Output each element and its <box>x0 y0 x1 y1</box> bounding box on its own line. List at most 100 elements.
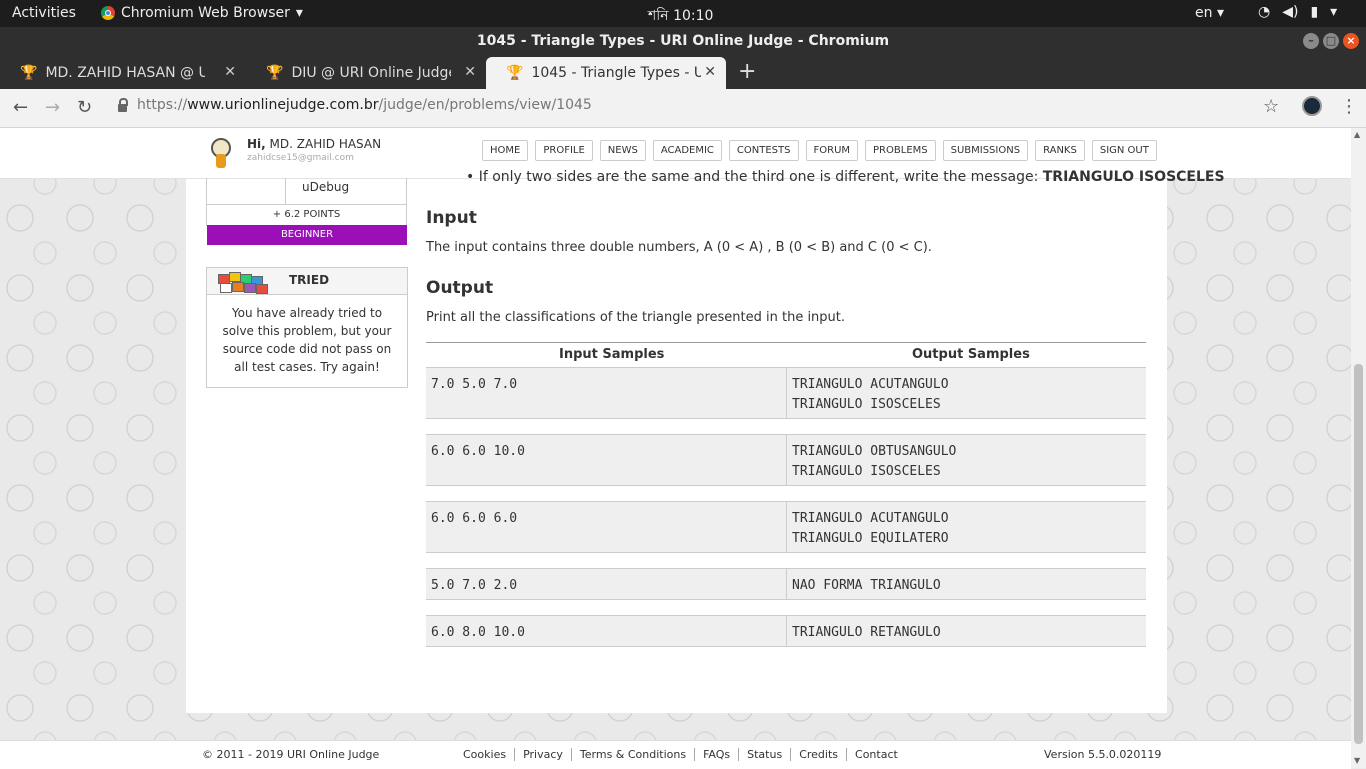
menu-problems[interactable]: PROBLEMS <box>865 140 936 161</box>
close-tab-icon[interactable]: ✕ <box>224 64 236 80</box>
points-label: + 6.2 POINTS <box>206 205 407 226</box>
close-tab-icon[interactable]: ✕ <box>704 64 716 80</box>
clock[interactable]: শনি 10:10 <box>648 4 713 28</box>
footer-link-privacy[interactable]: Privacy <box>514 748 571 761</box>
page-viewport: Hi, MD. ZAHID HASAN zahidcse15@gmail.com… <box>0 128 1351 768</box>
window-titlebar: 1045 - Triangle Types - URI Online Judge… <box>0 27 1366 55</box>
wifi-icon: ◔ <box>1258 4 1271 20</box>
sample-output: TRIANGULO ACUTANGULO TRIANGULO EQUILATER… <box>792 511 949 546</box>
scrollbar-thumb[interactable] <box>1354 364 1363 744</box>
volume-icon: ◀) <box>1282 4 1299 20</box>
chevron-down-icon: ▾ <box>295 5 303 21</box>
footer-link-terms[interactable]: Terms & Conditions <box>570 748 694 761</box>
lock-icon[interactable] <box>118 98 128 112</box>
sample-output: TRIANGULO OBTUSANGULO TRIANGULO ISOSCELE… <box>792 444 957 479</box>
menu-news[interactable]: NEWS <box>599 140 646 161</box>
menu-academic[interactable]: ACADEMIC <box>652 140 722 161</box>
menu-kebab-icon[interactable]: ⋮ <box>1340 96 1358 117</box>
input-heading: Input <box>426 208 477 228</box>
version-label: Version 5.5.0.020119 <box>1044 748 1162 761</box>
sample-row: 6.0 6.0 6.0 TRIANGULO ACUTANGULO TRIANGU… <box>426 501 1146 553</box>
maximize-button[interactable]: □ <box>1323 33 1339 49</box>
isosceles-rule-text: • If only two sides are the same and the… <box>466 169 1225 185</box>
tried-title: TRIED <box>289 273 330 287</box>
output-heading: Output <box>426 278 494 298</box>
copyright: © 2011 - 2019 URI Online Judge <box>202 748 380 761</box>
problem-info-box: uDebug + 6.2 POINTS BEGINNER <box>206 178 407 247</box>
battery-icon: ▮ <box>1310 4 1319 20</box>
forward-button[interactable]: → <box>45 97 60 118</box>
footer-link-cookies[interactable]: Cookies <box>463 748 514 761</box>
samples-table: Input Samples Output Samples 7.0 5.0 7.0… <box>426 342 1146 647</box>
browser-toolbar: ← → ↻ https://www.urionlinejudge.com.br/… <box>0 89 1366 128</box>
address-bar[interactable]: https://www.urionlinejudge.com.br/judge/… <box>118 97 592 113</box>
os-top-bar: Activities Chromium Web Browser ▾ শনি 10… <box>0 0 1366 27</box>
url-scheme: https:// <box>137 97 188 113</box>
menu-home[interactable]: HOME <box>482 140 529 161</box>
sample-output: TRIANGULO ACUTANGULO TRIANGULO ISOSCELES <box>792 377 949 412</box>
trophy-icon: 🏆 <box>506 65 524 81</box>
app-menu[interactable]: Chromium Web Browser ▾ <box>101 5 303 21</box>
activities-button[interactable]: Activities <box>12 5 76 21</box>
tab-profile[interactable]: 🏆 MD. ZAHID HASAN @ URI ✕ <box>0 57 246 89</box>
footer-link-credits[interactable]: Credits <box>790 748 846 761</box>
footer-link-faqs[interactable]: FAQs <box>694 748 738 761</box>
reload-button[interactable]: ↻ <box>77 97 92 118</box>
udebug-link[interactable]: uDebug <box>206 178 407 205</box>
menu-ranks[interactable]: RANKS <box>1035 140 1085 161</box>
profile-avatar[interactable] <box>1302 96 1322 116</box>
url-host: www.urionlinejudge.com.br <box>187 97 379 113</box>
sample-output: TRIANGULO RETANGULO <box>792 625 941 640</box>
tab-label: DIU @ URI Online Judge <box>291 65 452 81</box>
chevron-down-icon: ▾ <box>1330 4 1338 20</box>
greeting-hi: Hi, <box>247 137 266 151</box>
tab-problem-1045[interactable]: 🏆 1045 - Triangle Types - URI ✕ <box>486 57 726 89</box>
url-path: /judge/en/problems/view/1045 <box>378 97 592 113</box>
system-tray[interactable]: ◔ ◀) ▮ ▾ <box>1258 4 1337 20</box>
page-scrollbar[interactable]: ▲ ▼ <box>1351 128 1366 768</box>
tried-message: You have already tried to solve this pro… <box>222 306 392 374</box>
output-description: Print all the classifications of the tri… <box>426 310 846 325</box>
footer-links: Cookies Privacy Terms & Conditions FAQs … <box>463 748 906 761</box>
bookmark-star-icon[interactable]: ☆ <box>1263 96 1279 117</box>
trophy-icon: 🏆 <box>20 65 38 81</box>
footer-link-status[interactable]: Status <box>738 748 790 761</box>
trophy-icon: 🏆 <box>266 65 284 81</box>
language-indicator[interactable]: en ▾ <box>1195 5 1224 21</box>
sample-input: 7.0 5.0 7.0 <box>431 377 518 392</box>
tab-label: MD. ZAHID HASAN @ URI <box>45 65 206 81</box>
sample-output: NAO FORMA TRIANGULO <box>792 578 941 593</box>
close-window-button[interactable]: × <box>1343 33 1359 49</box>
tried-box: TRIED You have already tried to solve th… <box>206 267 408 388</box>
close-tab-icon[interactable]: ✕ <box>464 64 476 80</box>
menu-profile[interactable]: PROFILE <box>535 140 593 161</box>
sample-input: 6.0 6.0 6.0 <box>431 511 518 526</box>
tab-label: 1045 - Triangle Types - URI <box>531 65 702 81</box>
level-badge: BEGINNER <box>207 225 407 245</box>
tab-diu[interactable]: 🏆 DIU @ URI Online Judge ✕ <box>246 57 486 89</box>
main-menu: HOME PROFILE NEWS ACADEMIC CONTESTS FORU… <box>482 140 1157 161</box>
input-samples-header: Input Samples <box>559 347 665 362</box>
minimize-button[interactable]: – <box>1303 33 1319 49</box>
username[interactable]: MD. ZAHID HASAN <box>270 137 382 151</box>
scroll-down-icon[interactable]: ▼ <box>1354 756 1360 765</box>
user-email: zahidcse15@gmail.com <box>247 153 354 163</box>
back-button[interactable]: ← <box>13 97 28 118</box>
sample-input: 5.0 7.0 2.0 <box>431 578 518 593</box>
tab-strip: 🏆 MD. ZAHID HASAN @ URI ✕ 🏆 DIU @ URI On… <box>0 55 1366 89</box>
menu-sign-out[interactable]: SIGN OUT <box>1091 140 1157 161</box>
language-label: en <box>1195 5 1213 21</box>
menu-forum[interactable]: FORUM <box>805 140 859 161</box>
sample-input: 6.0 8.0 10.0 <box>431 625 525 640</box>
menu-contests[interactable]: CONTESTS <box>728 140 799 161</box>
greeting: Hi, MD. ZAHID HASAN <box>247 137 381 151</box>
user-avatar[interactable] <box>205 134 237 170</box>
scroll-up-icon[interactable]: ▲ <box>1354 130 1360 139</box>
chromium-icon <box>101 6 115 20</box>
menu-submissions[interactable]: SUBMISSIONS <box>942 140 1029 161</box>
sample-row: 5.0 7.0 2.0 NAO FORMA TRIANGULO <box>426 568 1146 600</box>
rule-bold: TRIANGULO ISOSCELES <box>1042 169 1225 185</box>
footer-link-contact[interactable]: Contact <box>846 748 906 761</box>
udebug-label: uDebug <box>302 180 350 194</box>
new-tab-button[interactable]: + <box>738 57 756 87</box>
